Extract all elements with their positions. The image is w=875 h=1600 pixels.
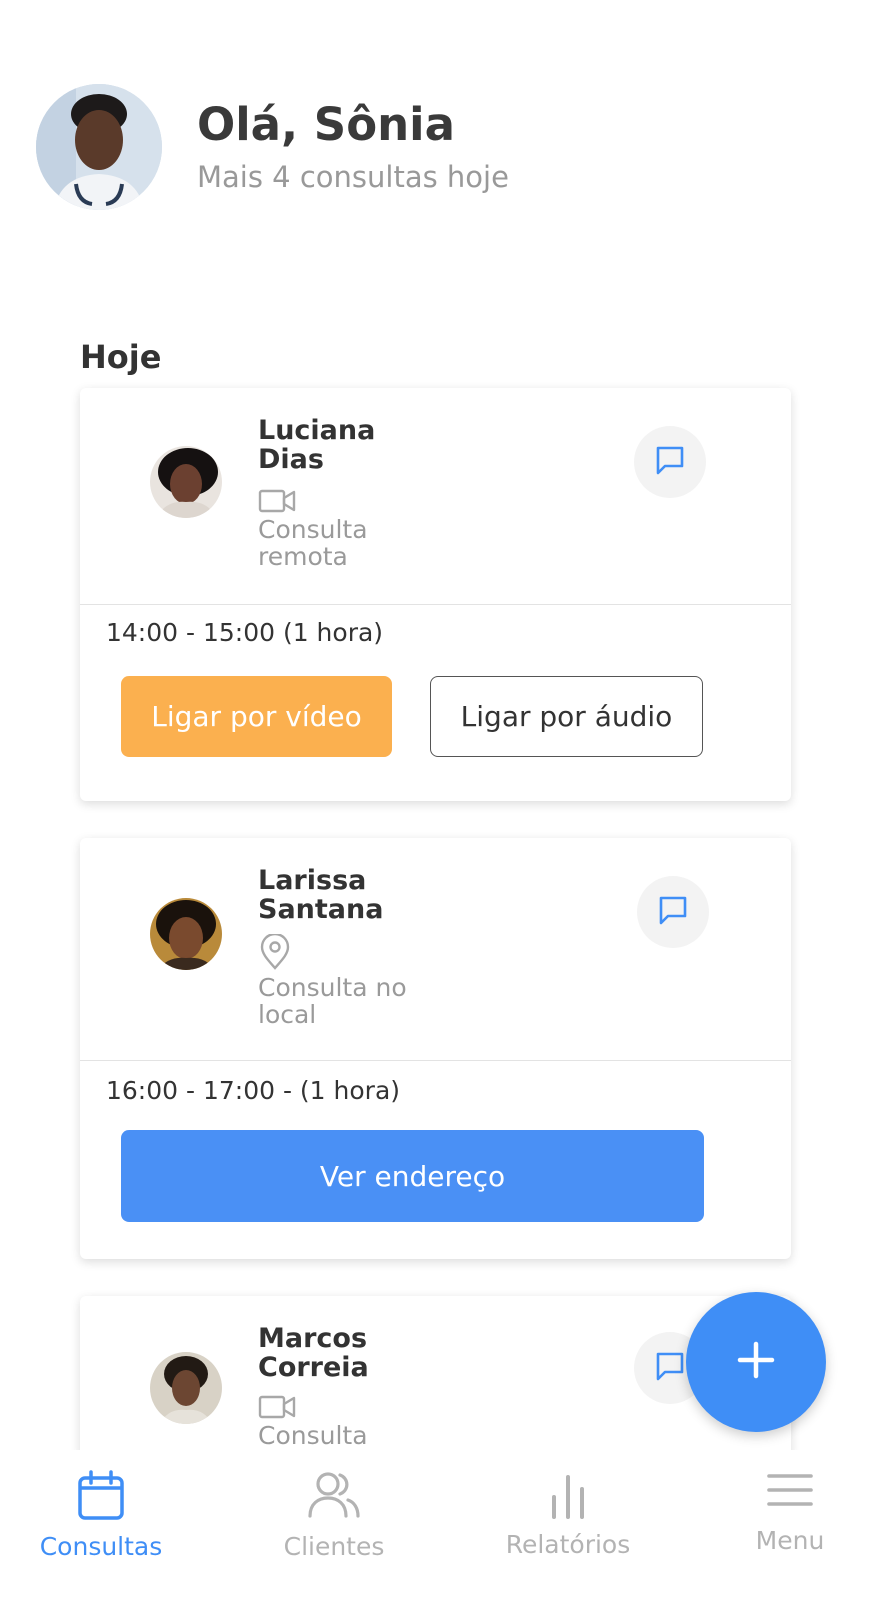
chat-icon xyxy=(653,443,687,481)
add-appointment-button[interactable] xyxy=(686,1292,826,1432)
consultation-type: Consulta remota xyxy=(258,515,368,571)
consultation-type: Consulta no local xyxy=(258,973,407,1029)
appointment-time: 16:00 - 17:00 - (1 hora) xyxy=(106,1076,401,1105)
nav-item-clientes[interactable]: Clientes xyxy=(270,1450,398,1600)
chat-icon xyxy=(656,893,690,931)
appointment-card[interactable]: Marcos Correia Consulta xyxy=(80,1296,791,1456)
location-pin-icon xyxy=(258,932,298,970)
patient-name[interactable]: Luciana Dias xyxy=(258,416,438,474)
hamburger-menu-icon xyxy=(760,1460,820,1520)
appointment-card[interactable]: Luciana Dias Consulta remota 14:00 - 15:… xyxy=(80,388,791,801)
greeting-subtitle: Mais 4 consultas hoje xyxy=(197,160,509,194)
plus-icon xyxy=(736,1340,776,1384)
patient-avatar xyxy=(150,1352,222,1424)
appointment-time: 14:00 - 15:00 (1 hora) xyxy=(106,618,384,647)
greeting-title: Olá, Sônia xyxy=(197,98,455,151)
section-title-today: Hoje xyxy=(80,338,162,376)
chat-icon xyxy=(653,1349,687,1387)
video-camera-icon xyxy=(258,486,298,516)
chat-button[interactable] xyxy=(634,426,706,498)
patient-avatar xyxy=(150,446,222,518)
user-avatar[interactable] xyxy=(36,84,162,210)
bar-chart-icon xyxy=(538,1466,598,1526)
nav-item-menu[interactable]: Menu xyxy=(740,1450,840,1600)
nav-label: Menu xyxy=(755,1526,825,1555)
video-camera-icon xyxy=(258,1392,298,1422)
appointment-card[interactable]: Larissa Santana Consulta no local 16:00 … xyxy=(80,838,791,1259)
nav-item-relatorios[interactable]: Relatórios xyxy=(498,1450,638,1600)
calendar-icon xyxy=(71,1466,131,1526)
bottom-navigation: Consultas Clientes Relatórios Menu xyxy=(0,1450,875,1600)
patient-avatar xyxy=(150,898,222,970)
header: Olá, Sônia Mais 4 consultas hoje xyxy=(0,0,875,260)
patient-name[interactable]: Larissa Santana xyxy=(258,866,438,924)
chat-button[interactable] xyxy=(637,876,709,948)
users-icon xyxy=(304,1466,364,1526)
nav-label: Relatórios xyxy=(505,1530,631,1559)
nav-item-consultas[interactable]: Consultas xyxy=(30,1450,172,1600)
view-address-button[interactable]: Ver endereço xyxy=(121,1130,704,1222)
patient-name[interactable]: Marcos Correia xyxy=(258,1324,438,1382)
consultation-type: Consulta xyxy=(258,1421,368,1450)
nav-label: Clientes xyxy=(283,1532,385,1561)
video-call-button[interactable]: Ligar por vídeo xyxy=(121,676,392,757)
audio-call-button[interactable]: Ligar por áudio xyxy=(430,676,703,757)
nav-label: Consultas xyxy=(39,1532,163,1561)
